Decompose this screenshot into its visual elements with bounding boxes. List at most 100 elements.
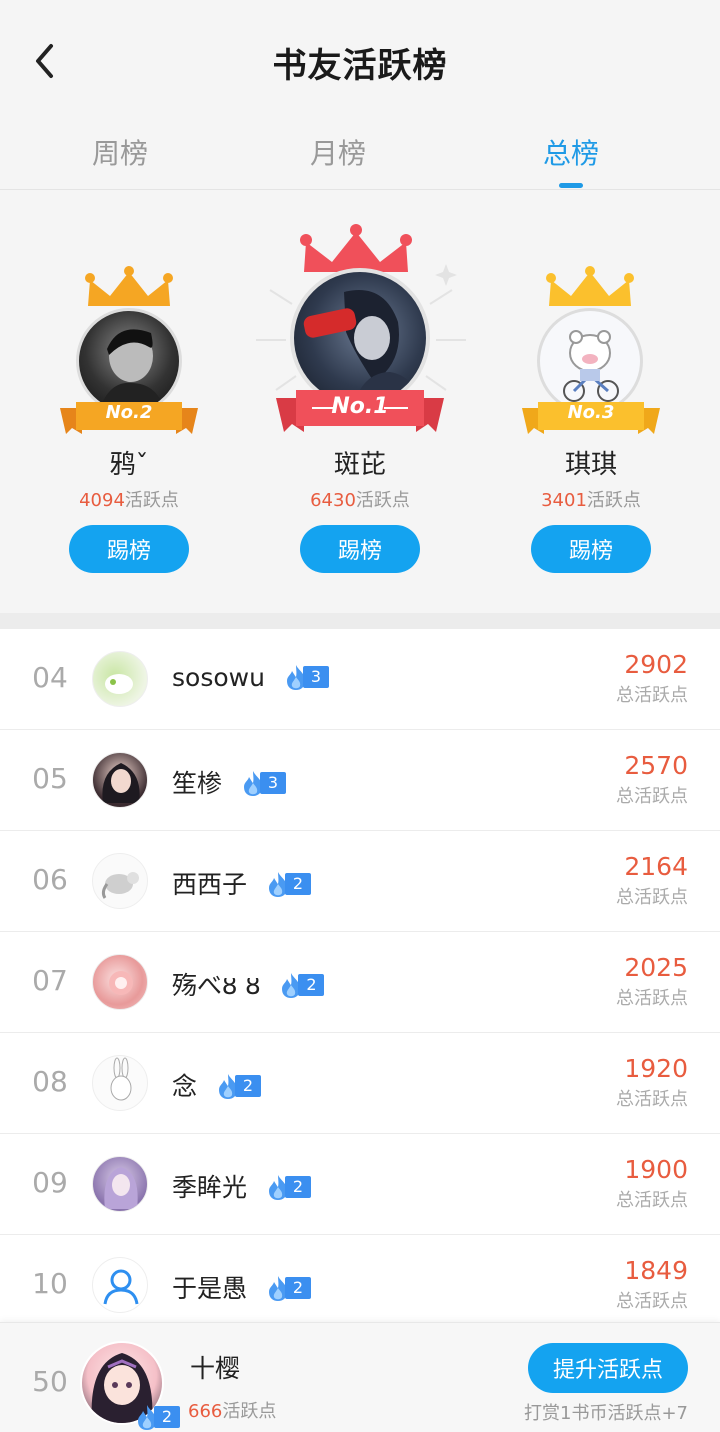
my-name: 十樱: [190, 1354, 241, 1383]
score-unit: 总活跃点: [616, 887, 688, 908]
tab-monthly[interactable]: 月榜: [218, 132, 458, 172]
avatar[interactable]: [92, 752, 148, 808]
level-number: 3: [260, 772, 287, 794]
score-value: 1900: [624, 1155, 688, 1184]
boost-activity-button[interactable]: 提升活跃点: [528, 1343, 688, 1393]
score-unit: 总活跃点: [616, 1291, 688, 1312]
level-badge: 3: [283, 663, 329, 691]
avatar-photo-icon: [563, 330, 619, 402]
user-name: 西西子 2: [172, 865, 312, 901]
user-name: 殇べȣ ȣ 2: [172, 966, 325, 1002]
level-number: 2: [285, 1176, 312, 1198]
my-ranking-bar: 50 2 十樱 666活跃点 提升活跃点 打赏1书币活跃点+7: [0, 1322, 720, 1432]
level-badge: 2: [215, 1072, 262, 1100]
crown-icon: [546, 266, 634, 306]
avatar[interactable]: [92, 1156, 148, 1212]
list-item[interactable]: 10 于是愚 2 1849 总活跃点: [0, 1235, 720, 1336]
avatar[interactable]: [92, 651, 148, 707]
rank-number: 08: [32, 1065, 68, 1098]
score-value: 2025: [624, 953, 688, 982]
list-item[interactable]: 04 sosowu 3 2902 总活跃点: [0, 629, 720, 730]
tab-bar: 周榜 月榜 总榜: [0, 120, 720, 190]
ranking-list: 04 sosowu 3 2902 总活跃点 05 笙椮 3 2570 总活跃点 06 西…: [0, 629, 720, 1336]
user-name-text: 念: [172, 1072, 198, 1101]
user-name-text: 季眸光: [172, 1173, 248, 1202]
level-badge: 2: [265, 1274, 312, 1302]
score-value: 1849: [624, 1256, 688, 1285]
section-divider: [0, 613, 720, 629]
user-name: 笙椮 3: [172, 764, 287, 800]
kick-button-second[interactable]: 踢榜: [69, 525, 189, 573]
score-value: 2570: [624, 751, 688, 780]
my-score: 666活跃点: [188, 1397, 276, 1423]
crown-icon: [85, 266, 173, 306]
score-block: 2025 总活跃点: [616, 952, 688, 1010]
score-block: 2570 总活跃点: [616, 750, 688, 808]
score-unit: 活跃点: [222, 1401, 277, 1422]
score-value: 2902: [624, 650, 688, 679]
avatar-photo-icon: [110, 1057, 132, 1101]
rank-number: 07: [32, 964, 68, 997]
tab-weekly[interactable]: 周榜: [0, 132, 240, 172]
level-number: 2: [154, 1406, 180, 1428]
my-level-badge: 2: [134, 1403, 180, 1431]
user-name-text: 殇べȣ ȣ: [172, 971, 261, 1000]
list-item[interactable]: 09 季眸光 2 1900 总活跃点: [0, 1134, 720, 1235]
score-value: 4094: [79, 490, 125, 511]
podium-name-third: 琪琪: [564, 450, 617, 480]
level-number: 2: [285, 873, 312, 895]
avatar[interactable]: [92, 853, 148, 909]
level-badge: 2: [265, 1173, 312, 1201]
boost-hint: 打赏1书币活跃点+7: [524, 1403, 688, 1424]
user-name-text: sosowu: [172, 663, 265, 692]
avatar[interactable]: [92, 954, 148, 1010]
score-value: 2164: [624, 852, 688, 881]
list-item[interactable]: 07 殇べȣ ȣ 2 2025 总活跃点: [0, 932, 720, 1033]
score-block: 2164 总活跃点: [616, 851, 688, 909]
podium-score-third: 3401活跃点: [471, 486, 711, 512]
score-value: 6430: [310, 490, 356, 511]
list-item[interactable]: 06 西西子 2 2164 总活跃点: [0, 831, 720, 932]
podium-name-first: 斑芘: [333, 450, 386, 480]
list-item[interactable]: 05 笙椮 3 2570 总活跃点: [0, 730, 720, 831]
user-name-text: 西西子: [172, 870, 248, 899]
rank-number: 05: [32, 762, 68, 795]
kick-button-first[interactable]: 踢榜: [300, 525, 420, 573]
default-user-icon: [103, 1269, 139, 1305]
rank-number: 10: [32, 1267, 68, 1300]
avatar-photo-icon: [102, 763, 140, 803]
kick-button-third[interactable]: 踢榜: [531, 525, 651, 573]
user-name-text: 于是愚: [172, 1274, 248, 1303]
avatar-photo-icon: [101, 872, 139, 899]
level-number: 2: [298, 974, 325, 996]
score-block: 1920 总活跃点: [616, 1053, 688, 1111]
avatar[interactable]: [92, 1055, 148, 1111]
page-title: 书友活跃榜: [272, 46, 448, 86]
avatar-photo-icon: [104, 1167, 138, 1209]
score-unit: 总活跃点: [616, 988, 688, 1009]
rank-label-third: No.3: [567, 402, 615, 423]
avatar[interactable]: [92, 1257, 148, 1313]
tab-total[interactable]: 总榜: [451, 132, 691, 172]
user-name-text: 笙椮: [172, 769, 223, 798]
list-item[interactable]: 08 念2 1920 总活跃点: [0, 1033, 720, 1134]
avatar-photo-icon: [105, 674, 133, 694]
score-unit: 活跃点: [355, 490, 410, 511]
rank-number: 06: [32, 863, 68, 896]
score-block: 1900 总活跃点: [616, 1154, 688, 1212]
rank-label-second: No.2: [105, 402, 153, 423]
score-unit: 活跃点: [586, 490, 641, 511]
my-rank-number: 50: [32, 1365, 68, 1398]
rank-label-first: No.1: [331, 394, 389, 419]
user-name: 念2: [172, 1067, 262, 1103]
user-name: sosowu 3: [172, 663, 329, 693]
rank-number: 04: [32, 661, 68, 694]
score-unit: 总活跃点: [616, 1089, 688, 1110]
podium-score-second: 4094活跃点: [9, 486, 249, 512]
score-value: 1920: [624, 1054, 688, 1083]
podium-top3: No.2 鸦ˇ 4094活跃点 踢榜 No.1 斑芘 6430活跃点 踢榜 No…: [0, 190, 720, 613]
score-unit: 总活跃点: [616, 786, 688, 807]
score-block: 2902 总活跃点: [616, 649, 688, 707]
avatar-photo-icon: [303, 290, 420, 404]
avatar-photo-icon: [109, 971, 133, 995]
